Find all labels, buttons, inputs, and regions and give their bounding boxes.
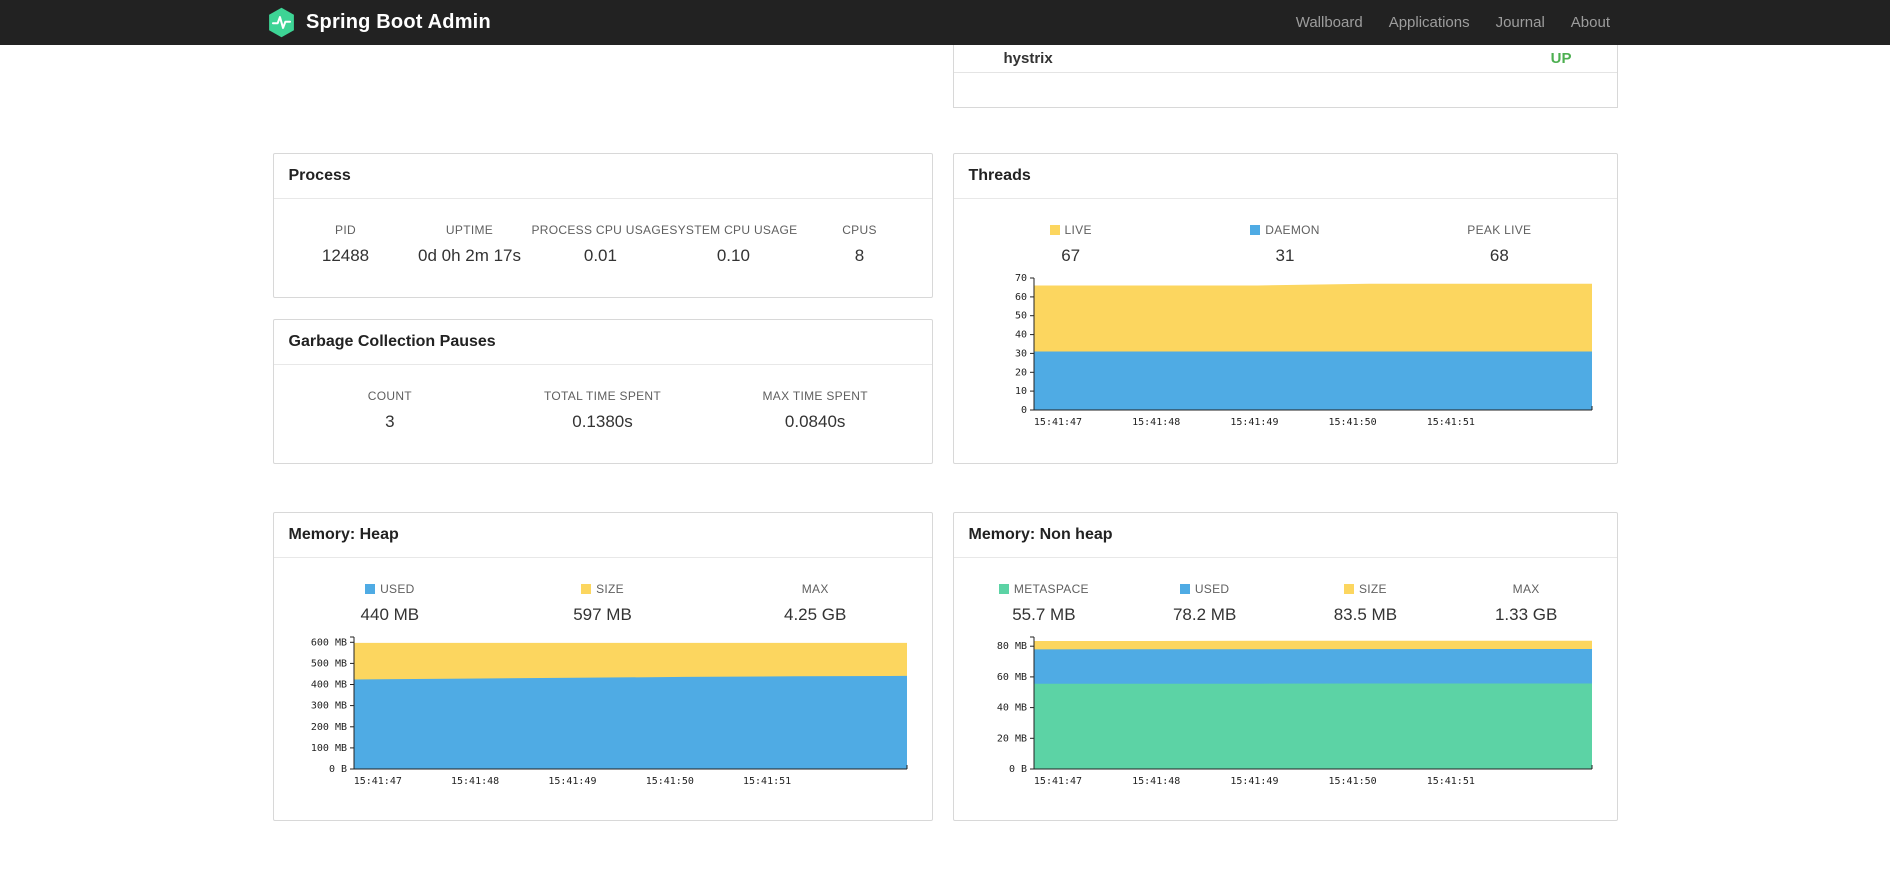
brand-link[interactable]: Spring Boot Admin [267, 7, 491, 38]
applications-status-panel: hystrix UP [952, 45, 1618, 108]
legend-peak-live: PEAK LIVE 68 [1467, 223, 1532, 265]
stat-gc-total-time: TOTAL TIME SPENT 0.1380s [543, 389, 662, 431]
heap-used-swatch-icon [365, 584, 376, 594]
memory-nonheap-title: Memory: Non heap [953, 513, 1617, 558]
svg-text:15:41:47: 15:41:47 [1033, 417, 1081, 428]
svg-text:0: 0 [1020, 405, 1026, 416]
memory-heap-panel: Memory: Heap USED 440 MB SIZE 597 MB MAX… [272, 512, 933, 821]
svg-text:20 MB: 20 MB [996, 733, 1026, 744]
legend-nonheap-max: MAX 1.33 GB [1494, 582, 1558, 624]
legend-nonheap-size: SIZE 83.5 MB [1333, 582, 1398, 624]
legend-daemon: DAEMON 31 [1178, 223, 1392, 266]
threads-panel-title: Threads [953, 154, 1617, 199]
svg-text:400 MB: 400 MB [310, 680, 346, 691]
process-panel: Process PID 12488 UPTIME 0d 0h 2m 17s PR… [272, 153, 933, 298]
svg-text:300 MB: 300 MB [310, 701, 346, 712]
svg-text:15:41:49: 15:41:49 [1230, 776, 1278, 787]
gc-panel-title: Garbage Collection Pauses [273, 320, 932, 365]
svg-text:15:41:47: 15:41:47 [353, 776, 401, 787]
svg-text:600 MB: 600 MB [310, 637, 346, 648]
left-column: Process PID 12488 UPTIME 0d 0h 2m 17s PR… [272, 153, 933, 464]
svg-text:50: 50 [1014, 311, 1026, 322]
legend-live: LIVE 67 [964, 223, 1178, 266]
gc-panel: Garbage Collection Pauses COUNT 3 TOTAL … [272, 319, 933, 464]
stat-gc-count: COUNT 3 [367, 389, 412, 431]
application-status-badge: UP [1550, 50, 1572, 67]
memory-nonheap-panel: Memory: Non heap METASPACE 55.7 MB USED … [952, 512, 1618, 821]
svg-text:20: 20 [1014, 367, 1026, 378]
svg-text:15:41:49: 15:41:49 [548, 776, 596, 787]
legend-nonheap-used: USED 78.2 MB [1172, 582, 1237, 624]
stat-gc-max-time: MAX TIME SPENT 0.0840s [762, 389, 868, 431]
memory-heap-chart: 0 B 100 MB 200 MB 300 MB 400 MB 500 MB 600 MB 1… [289, 631, 917, 795]
nav-journal[interactable]: Journal [1483, 0, 1558, 45]
nonheap-legend: METASPACE 55.7 MB USED 78.2 MB SIZE 83.5… [954, 558, 1617, 625]
stat-system-cpu-usage: SYSTEM CPU USAGE 0.10 [669, 223, 798, 265]
legend-heap-used: USED 440 MB [360, 582, 420, 624]
svg-text:30: 30 [1014, 348, 1026, 359]
stat-cpus: CPUS 8 [842, 223, 877, 265]
spring-boot-admin-logo-icon [267, 7, 296, 38]
svg-text:15:41:49: 15:41:49 [1230, 417, 1278, 428]
heap-size-swatch-icon [581, 584, 592, 594]
svg-text:15:41:50: 15:41:50 [1328, 776, 1376, 787]
nav-applications[interactable]: Applications [1376, 0, 1483, 45]
application-row-hystrix[interactable]: hystrix UP [953, 45, 1617, 73]
svg-text:15:41:50: 15:41:50 [1328, 417, 1376, 428]
svg-text:15:41:47: 15:41:47 [1033, 776, 1081, 787]
threads-legend: LIVE 67 DAEMON 31 PEAK LIVE 68 [954, 199, 1617, 266]
svg-text:15:41:48: 15:41:48 [451, 776, 499, 787]
svg-text:40: 40 [1014, 330, 1026, 341]
nonheap-size-swatch-icon [1343, 584, 1354, 594]
brand-title: Spring Boot Admin [306, 11, 491, 33]
svg-text:0 B: 0 B [328, 764, 346, 775]
main-content: hystrix UP Process PID 12488 UPTIME 0d 0… [272, 45, 1618, 821]
navbar-container: Spring Boot Admin Wallboard Applications… [267, 0, 1623, 45]
memory-heap-title: Memory: Heap [273, 513, 932, 558]
stat-uptime: UPTIME 0d 0h 2m 17s [417, 223, 521, 265]
middle-row: Process PID 12488 UPTIME 0d 0h 2m 17s PR… [272, 153, 1618, 464]
gc-stats: COUNT 3 TOTAL TIME SPENT 0.1380s MAX TIM… [274, 365, 932, 432]
legend-heap-size: SIZE 597 MB [573, 582, 632, 624]
svg-text:40 MB: 40 MB [996, 703, 1026, 714]
svg-text:15:41:48: 15:41:48 [1132, 776, 1180, 787]
process-panel-title: Process [273, 154, 932, 199]
svg-text:200 MB: 200 MB [310, 722, 346, 733]
stat-pid: PID 12488 [321, 223, 370, 265]
application-name: hystrix [1003, 50, 1053, 67]
svg-text:15:41:51: 15:41:51 [1426, 776, 1474, 787]
nav-links: Wallboard Applications Journal About [1283, 0, 1623, 45]
navbar: Spring Boot Admin Wallboard Applications… [0, 0, 1890, 45]
stat-process-cpu-usage: PROCESS CPU USAGE 0.01 [531, 223, 670, 265]
nonheap-used-swatch-icon [1179, 584, 1190, 594]
threads-chart: 0 10 20 30 40 50 60 70 15:41:47 15:41:48 15:41:49 1… [969, 272, 1602, 436]
svg-text:70: 70 [1014, 273, 1026, 284]
svg-text:80 MB: 80 MB [996, 641, 1026, 652]
legend-heap-max: MAX 4.25 GB [783, 582, 847, 624]
nav-about[interactable]: About [1558, 0, 1623, 45]
svg-text:100 MB: 100 MB [310, 743, 346, 754]
threads-panel: Threads LIVE 67 DAEMON 31 PEAK LIVE 68 0… [952, 153, 1618, 464]
nav-wallboard[interactable]: Wallboard [1283, 0, 1376, 45]
process-stats: PID 12488 UPTIME 0d 0h 2m 17s PROCESS CP… [274, 199, 932, 266]
svg-text:0 B: 0 B [1008, 764, 1026, 775]
svg-text:60: 60 [1014, 292, 1026, 303]
daemon-swatch-icon [1250, 225, 1261, 235]
right-column: Threads LIVE 67 DAEMON 31 PEAK LIVE 68 0… [952, 153, 1618, 464]
svg-text:10: 10 [1014, 386, 1026, 397]
svg-text:500 MB: 500 MB [310, 658, 346, 669]
bottom-row: Memory: Heap USED 440 MB SIZE 597 MB MAX… [272, 512, 1618, 821]
top-row: hystrix UP [273, 45, 1618, 108]
svg-text:15:41:51: 15:41:51 [743, 776, 791, 787]
svg-text:15:41:48: 15:41:48 [1132, 417, 1180, 428]
svg-text:15:41:50: 15:41:50 [645, 776, 693, 787]
svg-text:60 MB: 60 MB [996, 672, 1026, 683]
memory-nonheap-chart: 0 B 20 MB 40 MB 60 MB 80 MB 15:41:47 15:41:48 1… [969, 631, 1602, 795]
live-swatch-icon [1049, 225, 1060, 235]
svg-text:15:41:51: 15:41:51 [1426, 417, 1474, 428]
legend-metaspace: METASPACE 55.7 MB [964, 582, 1125, 625]
metaspace-swatch-icon [998, 584, 1009, 594]
heap-legend: USED 440 MB SIZE 597 MB MAX 4.25 GB [274, 558, 932, 625]
